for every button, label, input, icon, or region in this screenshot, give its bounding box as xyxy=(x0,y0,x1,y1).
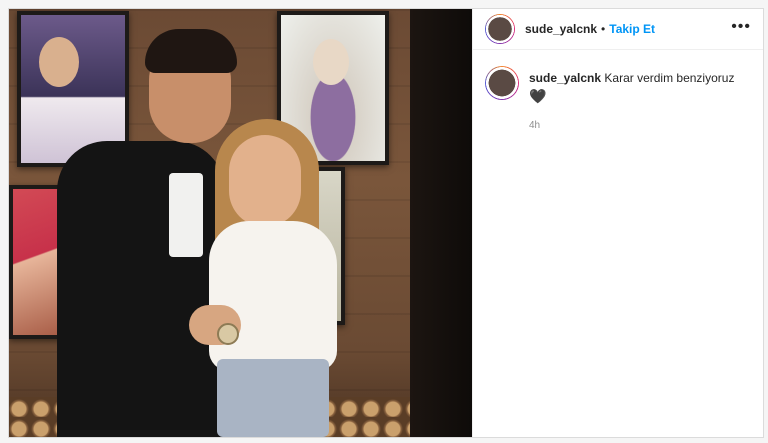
photo-dark-edge xyxy=(410,9,472,437)
separator-dot: • xyxy=(601,22,606,36)
watch xyxy=(217,323,239,345)
instagram-post: sude_yalcnk • Takip Et ••• sude_yalcnk K… xyxy=(8,8,764,438)
avatar[interactable] xyxy=(485,14,515,44)
man-hair xyxy=(145,29,237,73)
portrait-face-1 xyxy=(39,37,79,87)
post-time[interactable]: 4h xyxy=(529,120,734,131)
portrait-face-2 xyxy=(313,39,349,85)
caption-body: sude_yalcnk Karar verdim benziyoruz 🖤 4h xyxy=(529,70,734,131)
woman-top xyxy=(209,221,337,371)
caption-username[interactable]: sude_yalcnk xyxy=(529,71,601,85)
caption-comment: sude_yalcnk Karar verdim benziyoruz 🖤 4h xyxy=(473,50,763,131)
black-heart-icon: 🖤 xyxy=(529,88,547,104)
woman-jeans xyxy=(217,359,329,437)
more-options-icon[interactable]: ••• xyxy=(731,19,751,35)
caption-avatar[interactable] xyxy=(485,66,519,100)
post-header: sude_yalcnk • Takip Et ••• xyxy=(473,9,763,50)
post-photo[interactable] xyxy=(9,9,472,437)
woman-face xyxy=(229,135,301,227)
header-username[interactable]: sude_yalcnk xyxy=(525,22,597,36)
caption-text: Karar verdim benziyoruz xyxy=(604,71,735,85)
man-shirt xyxy=(169,173,203,257)
post-side-panel: sude_yalcnk • Takip Et ••• sude_yalcnk K… xyxy=(472,9,763,437)
caption-text-line: sude_yalcnk Karar verdim benziyoruz xyxy=(529,70,734,86)
follow-button[interactable]: Takip Et xyxy=(609,22,655,36)
